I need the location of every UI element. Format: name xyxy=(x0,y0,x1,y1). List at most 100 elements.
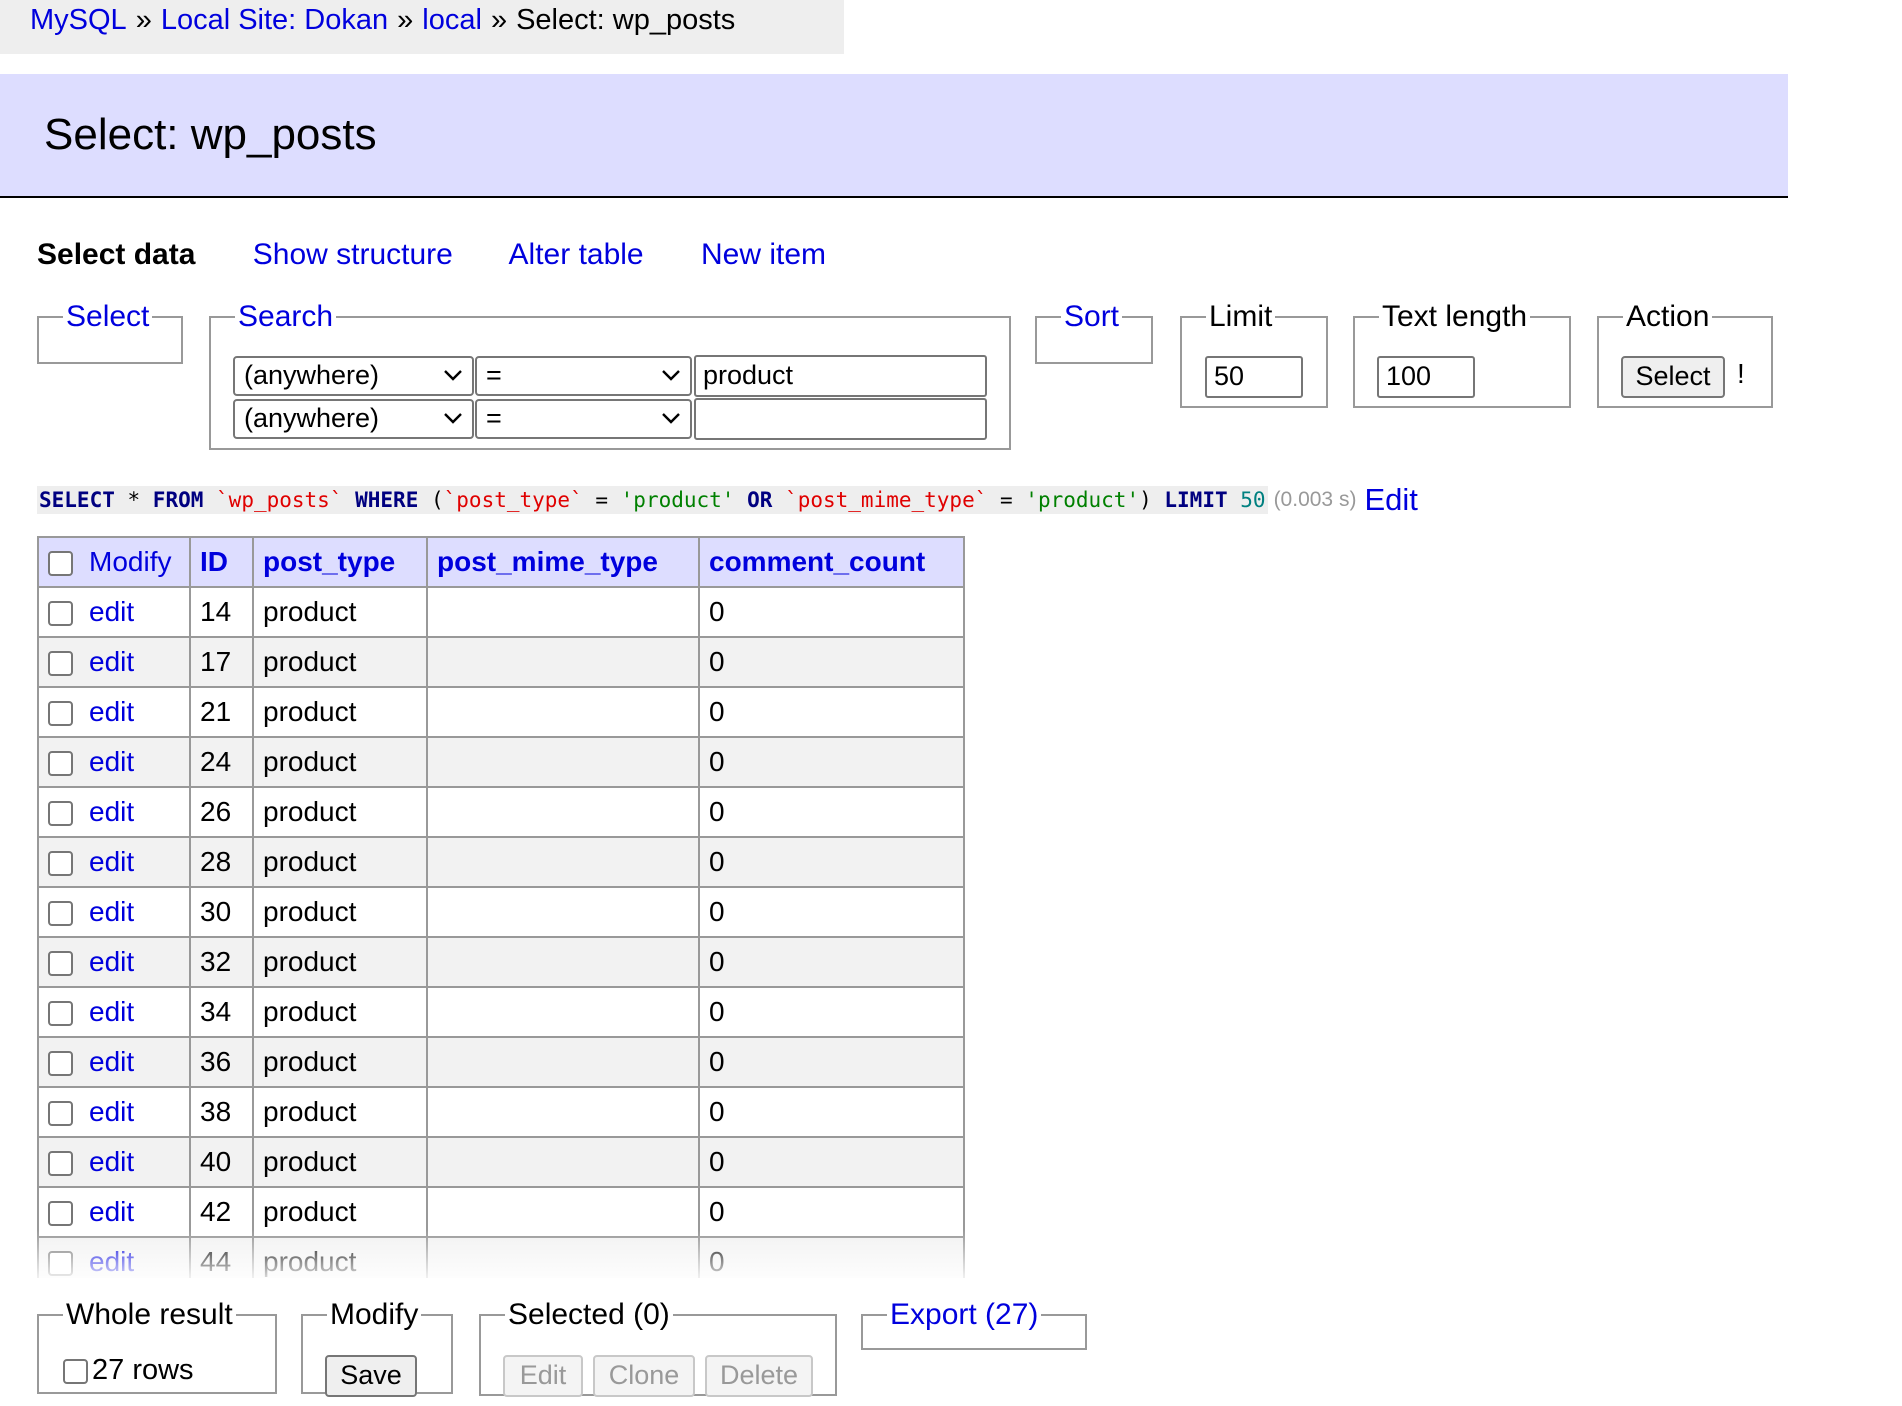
table-row: edit 36 product 0 xyxy=(37,1036,965,1088)
table-row: edit 34 product 0 xyxy=(37,986,965,1038)
table-row: edit 40 product 0 xyxy=(37,1136,965,1188)
sql-token: * xyxy=(114,488,153,512)
limit-legend: Limit xyxy=(1209,300,1273,333)
sql-token: = xyxy=(582,488,621,512)
search-column-select-1[interactable]: (anywhere) xyxy=(233,356,474,396)
cell-post-mime-type xyxy=(426,636,700,688)
row-checkbox[interactable] xyxy=(48,901,73,927)
row-edit-link[interactable]: edit xyxy=(89,796,134,827)
row-checkbox[interactable] xyxy=(48,851,73,877)
row-edit-link[interactable]: edit xyxy=(89,1146,134,1177)
row-edit-link[interactable]: edit xyxy=(89,946,134,977)
nav-alter-table[interactable]: Alter table xyxy=(509,238,644,271)
cell-comment-count: 0 xyxy=(698,786,965,838)
results-table: Modify ID post_type post_mime_type comme… xyxy=(37,536,965,1278)
chevron-down-icon xyxy=(662,370,680,381)
row-checkbox[interactable] xyxy=(48,951,73,977)
search-legend[interactable]: Search xyxy=(235,302,336,332)
column-header-label: Modify xyxy=(89,546,172,577)
table-row: edit 24 product 0 xyxy=(37,736,965,788)
row-modify-cell: edit xyxy=(37,586,191,638)
select-legend[interactable]: Select xyxy=(63,302,152,332)
breadcrumb-link-mysql[interactable]: MySQL xyxy=(30,4,127,36)
search-operator-select-2[interactable]: = xyxy=(475,399,692,439)
query-time: (0.003 s) xyxy=(1273,488,1357,511)
table-row: edit 17 product 0 xyxy=(37,636,965,688)
limit-input[interactable]: 50 xyxy=(1205,356,1303,398)
column-header-modify[interactable]: Modify xyxy=(37,536,191,588)
row-edit-link[interactable]: edit xyxy=(89,1096,134,1127)
select-all-checkbox[interactable] xyxy=(48,551,73,577)
cell-post-type: product xyxy=(252,836,428,888)
sql-token: = xyxy=(987,488,1026,512)
cell-post-mime-type xyxy=(426,1036,700,1088)
row-modify-cell: edit xyxy=(37,686,191,738)
breadcrumb-link-database[interactable]: local xyxy=(422,4,482,36)
row-edit-link[interactable]: edit xyxy=(89,846,134,877)
nav-new-item[interactable]: New item xyxy=(701,238,826,271)
sql-token: SELECT xyxy=(39,488,115,512)
row-checkbox[interactable] xyxy=(48,801,73,827)
save-button[interactable]: Save xyxy=(325,1355,417,1397)
row-modify-cell: edit xyxy=(37,1036,191,1088)
column-header-comment-count[interactable]: comment_count xyxy=(698,536,965,588)
row-checkbox[interactable] xyxy=(48,1001,73,1027)
search-operator-value: = xyxy=(486,360,502,390)
cell-id: 30 xyxy=(189,886,254,938)
all-rows-option[interactable]: 27 rows xyxy=(63,1354,194,1387)
row-edit-link[interactable]: edit xyxy=(89,596,134,627)
search-operator-select-1[interactable]: = xyxy=(475,356,692,396)
sql-token: 50 xyxy=(1240,488,1266,512)
delete-selected-button[interactable]: Delete xyxy=(705,1355,813,1397)
cell-post-type: product xyxy=(252,1136,428,1188)
column-header-post-type[interactable]: post_type xyxy=(252,536,428,588)
results-table-container[interactable]: Modify ID post_type post_mime_type comme… xyxy=(37,536,965,1278)
export-legend[interactable]: Export (27) xyxy=(887,1300,1041,1330)
row-edit-link[interactable]: edit xyxy=(89,896,134,927)
search-value-input-1[interactable]: product xyxy=(694,355,987,397)
row-edit-link[interactable]: edit xyxy=(89,1046,134,1077)
nav-show-structure[interactable]: Show structure xyxy=(253,238,453,271)
column-header-post-mime-type[interactable]: post_mime_type xyxy=(426,536,700,588)
row-edit-link[interactable]: edit xyxy=(89,1196,134,1227)
row-checkbox[interactable] xyxy=(48,1151,73,1177)
row-edit-link[interactable]: edit xyxy=(89,696,134,727)
column-header-id[interactable]: ID xyxy=(189,536,254,588)
table-row: edit 26 product 0 xyxy=(37,786,965,838)
clone-selected-button[interactable]: Clone xyxy=(593,1355,695,1397)
search-value-input-2[interactable] xyxy=(694,398,987,440)
breadcrumb-link-site[interactable]: Local Site: Dokan xyxy=(161,4,388,36)
cell-id: 28 xyxy=(189,836,254,888)
select-submit-button[interactable]: Select xyxy=(1621,356,1725,398)
row-modify-cell: edit xyxy=(37,836,191,888)
row-checkbox[interactable] xyxy=(48,1101,73,1127)
cell-post-mime-type xyxy=(426,836,700,888)
row-checkbox[interactable] xyxy=(48,651,73,677)
cell-post-mime-type xyxy=(426,986,700,1038)
row-checkbox[interactable] xyxy=(48,1051,73,1077)
edit-query-link[interactable]: Edit xyxy=(1364,482,1417,517)
breadcrumb-separator: » xyxy=(135,4,152,36)
row-checkbox[interactable] xyxy=(48,751,73,777)
cell-id: 38 xyxy=(189,1086,254,1138)
search-column-select-2[interactable]: (anywhere) xyxy=(233,399,474,439)
row-edit-link[interactable]: edit xyxy=(89,646,134,677)
row-checkbox[interactable] xyxy=(48,701,73,727)
cell-post-mime-type xyxy=(426,586,700,638)
cell-comment-count: 0 xyxy=(698,636,965,688)
row-checkbox[interactable] xyxy=(48,601,73,627)
cell-post-mime-type xyxy=(426,736,700,788)
row-edit-link[interactable]: edit xyxy=(89,746,134,777)
row-edit-link[interactable]: edit xyxy=(89,996,134,1027)
sql-token: LIMIT xyxy=(1164,488,1228,512)
all-rows-checkbox[interactable] xyxy=(63,1358,88,1384)
row-checkbox[interactable] xyxy=(48,1201,73,1227)
edit-selected-button[interactable]: Edit xyxy=(503,1355,583,1397)
table-row: edit 38 product 0 xyxy=(37,1086,965,1138)
sort-legend[interactable]: Sort xyxy=(1061,302,1122,332)
text-length-input[interactable]: 100 xyxy=(1377,356,1475,398)
cell-comment-count: 0 xyxy=(698,936,965,988)
page-title: Select: wp_posts xyxy=(44,110,377,159)
breadcrumb-separator: » xyxy=(397,4,414,36)
